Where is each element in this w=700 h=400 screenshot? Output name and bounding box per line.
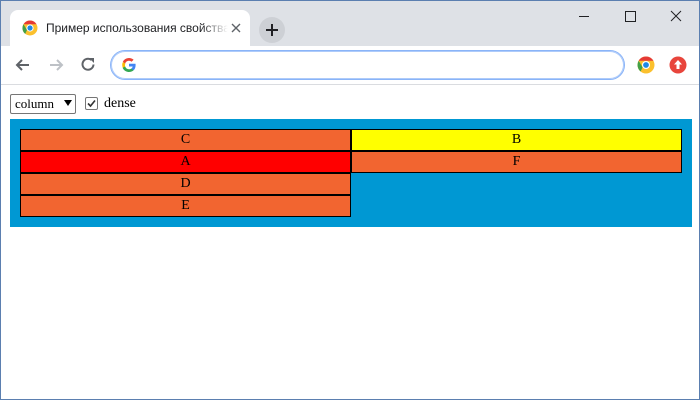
tab-title: Пример использования свойства grid-auto-… xyxy=(46,21,228,35)
browser-tab[interactable]: Пример использования свойства grid-auto-… xyxy=(10,10,250,46)
maximize-icon xyxy=(625,11,636,22)
grid-item-d: D xyxy=(20,173,351,195)
grid-item-b: B xyxy=(351,129,682,151)
plus-icon xyxy=(266,24,278,36)
page-content: column dense C B A F D E xyxy=(1,85,699,399)
update-icon[interactable] xyxy=(669,56,687,74)
back-arrow-icon[interactable] xyxy=(13,55,33,75)
new-tab-button[interactable] xyxy=(259,17,285,43)
grid-auto-flow-select[interactable]: column xyxy=(10,94,76,114)
google-g-icon xyxy=(122,58,136,72)
grid-item-a: A xyxy=(20,151,351,173)
browser-window: Пример использования свойства grid-auto-… xyxy=(0,0,700,400)
reload-icon[interactable] xyxy=(78,55,98,75)
select-value: column xyxy=(15,96,54,111)
browser-toolbar xyxy=(1,46,699,85)
grid-item-e: E xyxy=(20,195,351,217)
close-window-button[interactable] xyxy=(653,1,699,31)
chevron-down-icon xyxy=(64,100,72,106)
forward-arrow-icon[interactable] xyxy=(46,55,66,75)
checkmark-icon xyxy=(87,99,96,108)
address-bar[interactable] xyxy=(110,50,625,80)
grid-item-c: C xyxy=(20,129,351,151)
tab-strip: Пример использования свойства grid-auto-… xyxy=(1,1,699,46)
minimize-button[interactable] xyxy=(561,1,607,31)
maximize-button[interactable] xyxy=(607,1,653,31)
dense-label: dense xyxy=(104,96,136,111)
close-window-icon xyxy=(670,10,682,22)
close-icon[interactable] xyxy=(231,23,241,33)
chromium-icon xyxy=(22,20,38,36)
dense-checkbox[interactable] xyxy=(85,97,98,110)
grid-container: C B A F D E xyxy=(10,119,692,227)
chromium-extension-icon[interactable] xyxy=(637,56,655,74)
minimize-icon xyxy=(579,16,589,17)
grid-item-f: F xyxy=(351,151,682,173)
